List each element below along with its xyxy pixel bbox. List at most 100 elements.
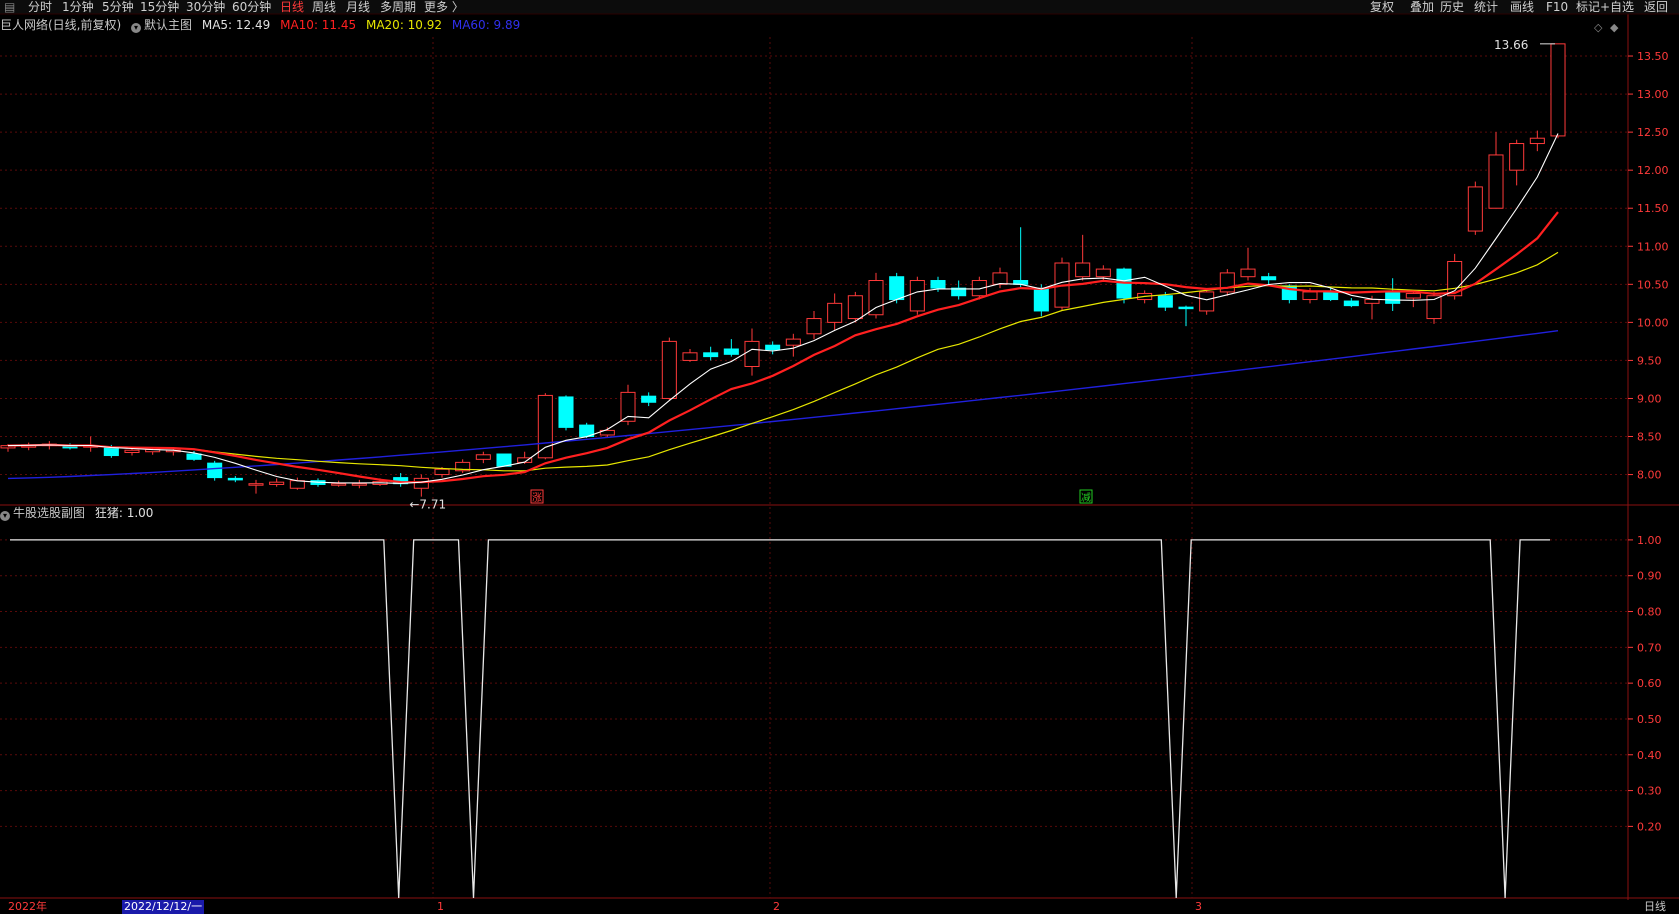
expand-icon: ◆ [1610, 21, 1619, 34]
candle-up [785, 338, 801, 346]
candle-down [186, 453, 202, 460]
main-tick-label: 13.50 [1637, 50, 1669, 63]
main-tick-label: 10.00 [1637, 316, 1669, 329]
stock-name-label: 巨人网络(日线,前复权) [0, 18, 122, 32]
sub-tick-label: 0.30 [1637, 785, 1662, 798]
sub-indicator-value: 狂猪: 1.00 [94, 506, 154, 520]
main-tick-label: 11.00 [1637, 240, 1669, 253]
candle-down [62, 445, 78, 449]
candle-up [868, 280, 884, 316]
main-indicator-selector[interactable]: ▾ 默认主图 [131, 17, 192, 33]
main-tick-label: 13.00 [1637, 88, 1669, 101]
candle-up [1364, 299, 1380, 304]
sub-tick-label: 0.40 [1637, 749, 1662, 762]
candle-up [661, 340, 677, 399]
sub-tick-label: 0.80 [1637, 606, 1662, 619]
candle-up [351, 483, 367, 486]
sub-tick-label: 0.20 [1637, 820, 1662, 833]
candle-down [723, 348, 739, 355]
main-tick-label: 8.50 [1637, 431, 1662, 444]
sub-tick-label: 0.50 [1637, 713, 1662, 726]
high-price-label: 13.66 [1494, 38, 1528, 52]
ma5-line [7, 133, 1559, 484]
month-label-2: 2 [773, 900, 780, 913]
main-tick-label: 10.50 [1637, 278, 1669, 291]
chevron-down-icon: ▾ [131, 23, 142, 33]
candle-up [806, 318, 822, 335]
candle-up [413, 477, 429, 489]
ma20-value: MA20: 10.92 [365, 18, 443, 32]
main-indicator-label: 默认主图 [144, 18, 193, 32]
candle-up [331, 483, 347, 486]
candle-down [703, 352, 719, 358]
main-chart-header: 巨人网络(日线,前复权) ▾ 默认主图 MA5: 12.49 MA10: 11.4… [0, 17, 526, 33]
diamond-icon: ◇ [1594, 21, 1603, 34]
cursor-date-label: 2022/12/12/一 [122, 900, 205, 914]
candle-up [847, 295, 863, 320]
candle-down [496, 453, 512, 467]
candle-down [889, 276, 905, 301]
sub-tick-label: 0.90 [1637, 570, 1662, 583]
candle-down [1157, 295, 1173, 308]
ma10-line [7, 211, 1559, 484]
candle-up [682, 352, 698, 361]
sub-tick-label: 0.70 [1637, 641, 1662, 654]
candle-up [475, 454, 491, 460]
candle-up [909, 280, 925, 312]
candle-down [1343, 300, 1359, 307]
sub-indicator-label: 牛股选股副图 [13, 506, 86, 520]
candle-up [248, 483, 264, 486]
candle-up [1550, 43, 1566, 137]
candle-down [765, 344, 781, 351]
main-tick-label: 9.00 [1637, 392, 1662, 405]
kline-chart: 13.50 13.00 12.50 12.00 11.50 11.00 10.50 10.00… [0, 13, 1679, 900]
candle-up [1467, 186, 1483, 232]
candle-up [434, 468, 450, 476]
candle-down [1323, 291, 1339, 301]
candle-down [103, 447, 119, 457]
sub-tick-label: 0.60 [1637, 677, 1662, 690]
main-tick-label: 12.50 [1637, 126, 1669, 139]
candle-down [207, 462, 223, 479]
low-price-label: ←7.71 [409, 498, 446, 512]
main-tick-label: 8.00 [1637, 469, 1662, 482]
candle-up [1095, 268, 1111, 278]
candle-up [1199, 291, 1215, 312]
date-axis-bar: 2022年 2022/12/12/一 1 2 3 日线 [0, 900, 1679, 914]
candle-up [1488, 154, 1504, 209]
candle-down [1178, 306, 1194, 310]
fall-mark-label: 减 [1081, 492, 1091, 504]
candle-up [1302, 291, 1318, 301]
year-label: 2022年 [8, 900, 47, 913]
candle-up [744, 340, 760, 368]
candle-up [1509, 143, 1525, 171]
candle-down [227, 477, 243, 481]
candle-up [289, 480, 305, 489]
main-tick-label: 9.50 [1637, 354, 1662, 367]
candle-down [1033, 287, 1049, 312]
sub-indicator-selector[interactable]: ▾ 牛股选股副图 [0, 505, 85, 521]
candle-up [269, 481, 285, 485]
rise-mark-label: 涨 [532, 492, 542, 504]
sub-chart-header: ▾ 牛股选股副图 狂猪: 1.00 [0, 505, 159, 521]
main-tick-label: 11.50 [1637, 202, 1669, 215]
ma5-value: MA5: 12.49 [201, 18, 271, 32]
candle-up [827, 302, 843, 323]
ma20-line [7, 251, 1559, 472]
candle-up [1529, 137, 1545, 145]
candle-up [1240, 268, 1256, 278]
month-label-3: 3 [1195, 900, 1202, 913]
candle-down [641, 395, 657, 403]
ma60-value: MA60: 9.89 [451, 18, 521, 32]
candle-up [537, 394, 553, 459]
candle-down [930, 280, 946, 289]
candle-down [558, 396, 574, 428]
chevron-down-icon: ▾ [0, 511, 10, 521]
period-label[interactable]: 日线 [1644, 900, 1666, 914]
main-tick-label: 12.00 [1637, 164, 1669, 177]
candle-up [1075, 262, 1091, 278]
candle-up [124, 449, 140, 453]
sub-tick-label: 1.00 [1637, 534, 1662, 547]
candle-up [992, 272, 1008, 285]
candle-up [1405, 292, 1421, 299]
